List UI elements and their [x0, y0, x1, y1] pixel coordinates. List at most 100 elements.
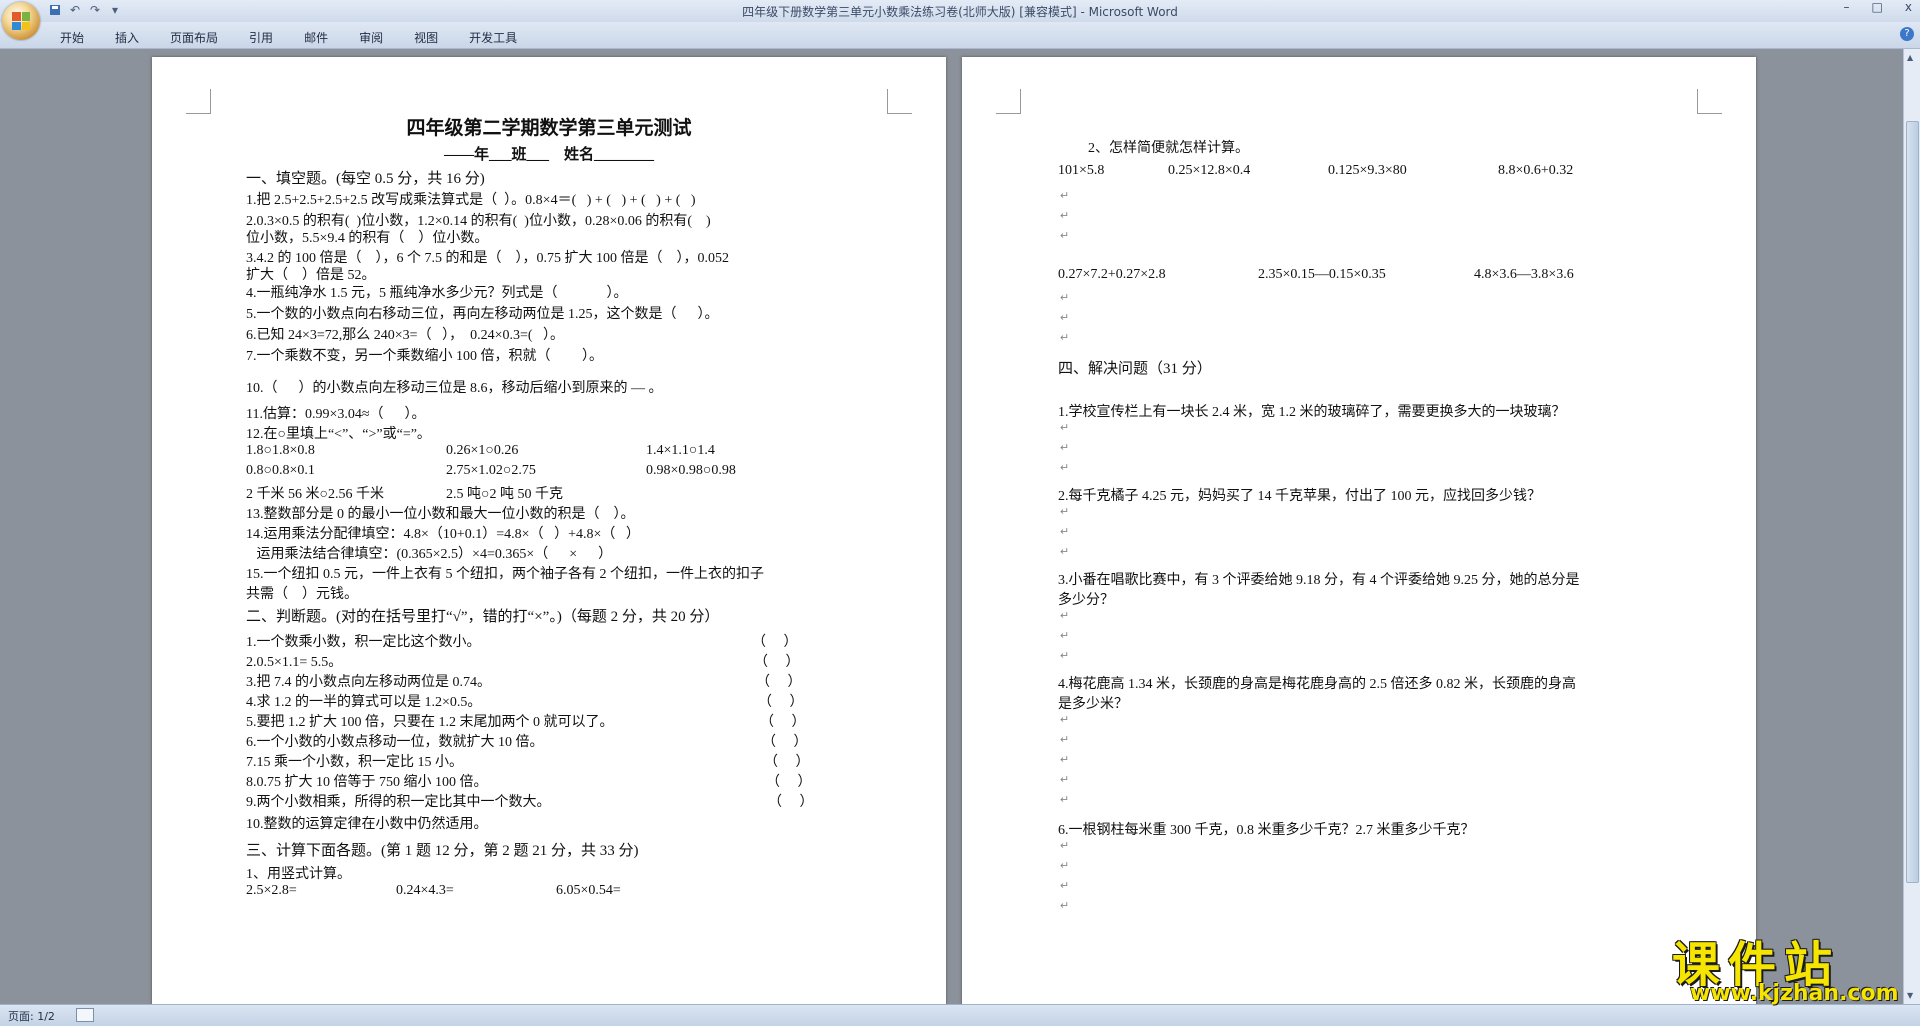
answer-bracket[interactable]: （ ） [756, 671, 802, 691]
section-heading: 三、计算下面各题。(第 1 题 12 分，第 2 题 21 分，共 33 分) [246, 843, 639, 859]
paragraph-mark: ↵ [1060, 506, 1070, 518]
office-logo-icon [12, 12, 30, 30]
paragraph-mark: ↵ [1060, 230, 1070, 242]
ribbon-tab[interactable]: 开发工具 [469, 29, 517, 46]
text-line: 10.（ ）的小数点向左移动三位是 8.6，移动后缩小到原来的 — 。 [246, 381, 663, 396]
paragraph-mark: ↵ [1060, 774, 1070, 786]
paragraph-mark: ↵ [1060, 734, 1070, 746]
text-line: 1.一个数乘小数，积一定比这个数小。 [246, 635, 481, 650]
text-line: 1、用竖式计算。 [246, 867, 351, 882]
answer-bracket[interactable]: （ ） [766, 771, 812, 791]
text-line: 5.一个数的小数点向右移动三位，再向左移动两位是 1.25，这个数是（ ）。 [246, 307, 719, 322]
text-line: 6.05×0.54= [556, 883, 621, 898]
text-line: 14.运用乘法分配律填空：4.8×（10+0.1）=4.8×（ ）+4.8×（ … [246, 527, 640, 542]
paragraph-mark: ↵ [1060, 190, 1070, 202]
text-line: 10.整数的运算定律在小数中仍然适用。 [246, 817, 488, 832]
answer-bracket[interactable]: （ ） [752, 631, 798, 651]
document-subtitle: ——年___班___ 姓名________ [443, 147, 654, 163]
text-line: 1.8○1.8×0.8 [246, 443, 315, 458]
page-indicator[interactable]: 页面: 1/2 [8, 1008, 55, 1024]
ribbon-tab[interactable]: 审阅 [359, 29, 383, 46]
text-line: 2.5×2.8= [246, 883, 297, 898]
text-line: 6.已知 24×3=72,那么 240×3=（ ）， 0.24×0.3=( ）。 [246, 328, 565, 343]
text-line: 1.4×1.1○1.4 [646, 443, 715, 458]
paragraph-mark: ↵ [1060, 880, 1070, 892]
status-bar: 页面: 1/2 [0, 1004, 1920, 1026]
crop-mark [186, 89, 211, 114]
scroll-down-icon[interactable]: ▼ [1907, 991, 1913, 1000]
document-page-2[interactable]: 2、怎样简便就怎样计算。 101×5.8 0.25×12.8×0.4 0.125×9.… [962, 57, 1756, 1004]
close-button[interactable]: x [1905, 0, 1912, 14]
scroll-up-icon[interactable]: ▲ [1907, 53, 1913, 62]
text-line: 3.小番在唱歌比赛中，有 3 个评委给她 9.18 分，有 4 个评委给她 9.… [1058, 573, 1580, 588]
ribbon-tab[interactable]: 页面布局 [170, 29, 218, 46]
text-line: 12.在○里填上“<”、“>”或“=”。 [246, 427, 431, 442]
section-heading: 四、解决问题（31 分） [1058, 361, 1212, 377]
crop-mark [1697, 89, 1722, 114]
office-button[interactable] [2, 2, 40, 40]
title-bar: ↶ ↷ ▾ 四年级下册数学第三单元小数乘法练习卷(北师大版) [兼容模式] - … [0, 0, 1920, 22]
paragraph-mark: ↵ [1060, 630, 1070, 642]
help-button[interactable]: ? [1900, 27, 1914, 41]
ribbon-tab[interactable]: 开始 [60, 29, 84, 46]
paragraph-mark: ↵ [1060, 610, 1070, 622]
document-page-1[interactable]: 四年级第二学期数学第三单元测试 ——年___班___ 姓名________ 一、填空… [152, 57, 946, 1004]
proofing-icon[interactable] [76, 1008, 94, 1022]
ribbon-tabs: 开始 插入 页面布局 引用 邮件 审阅 视图 开发工具 [60, 29, 548, 46]
text-line: 0.24×4.3= [396, 883, 454, 898]
text-line: 3.把 7.4 的小数点向左移动两位是 0.74。 [246, 675, 491, 690]
paragraph-mark: ↵ [1060, 332, 1070, 344]
text-line: 0.26×1○0.26 [446, 443, 519, 458]
text-line: 11.估算：0.99×3.04≈（ ）。 [246, 407, 426, 422]
scrollbar-thumb[interactable] [1906, 121, 1919, 883]
ribbon-tab[interactable]: 插入 [115, 29, 139, 46]
answer-bracket[interactable]: （ ） [764, 751, 810, 771]
section-heading: 二、判断题。(对的在括号里打“√”，错的打“×”。)（每题 2 分，共 20 分… [246, 609, 720, 625]
text-line: 多少分？ [1058, 593, 1114, 608]
ribbon-tab[interactable]: 视图 [414, 29, 438, 46]
text-line: 2.0.5×1.1= 5.5。 [246, 655, 343, 670]
text-line: 2.每千克橘子 4.25 元，妈妈买了 14 千克苹果，付出了 100 元，应找… [1058, 489, 1541, 504]
text-line: 9.两个小数相乘，所得的积一定比其中一个数大。 [246, 795, 551, 810]
text-line: 0.125×9.3×80 [1328, 163, 1407, 178]
text-line: 0.25×12.8×0.4 [1168, 163, 1251, 178]
maximize-button[interactable]: □ [1872, 0, 1883, 14]
text-line: 4.求 1.2 的一半的算式可以是 1.2×0.5。 [246, 695, 482, 710]
answer-bracket[interactable]: （ ） [760, 711, 806, 731]
answer-bracket[interactable]: （ ） [754, 651, 800, 671]
text-line: 4.8×3.6—3.8×3.6 [1474, 267, 1574, 282]
window-controls: – □ x [1844, 0, 1912, 14]
vertical-scrollbar[interactable]: ▲ ▼ [1903, 49, 1920, 1004]
answer-bracket[interactable]: （ ） [758, 691, 804, 711]
text-line: 5.要把 1.2 扩大 100 倍，只要在 1.2 末尾加两个 0 就可以了。 [246, 715, 614, 730]
ribbon-tab-bar: 开始 插入 页面布局 引用 邮件 审阅 视图 开发工具 ? [0, 22, 1920, 49]
text-line: 位小数，5.5×9.4 的积有（ ）位小数。 [246, 231, 489, 246]
answer-bracket[interactable]: （ ） [762, 731, 808, 751]
text-line: 1.把 2.5+2.5+2.5+2.5 改写成乘法算式是（ ）。0.8×4＝( … [246, 193, 696, 208]
text-line: 2.5 吨○2 吨 50 千克 [446, 487, 563, 502]
paragraph-mark: ↵ [1060, 900, 1070, 912]
text-line: 扩大（ ）倍是 52。 [246, 268, 376, 283]
text-line: 是多少米？ [1058, 697, 1128, 712]
ribbon-tab[interactable]: 引用 [249, 29, 273, 46]
watermark-logo: 课件站 www.kjzhan.com [1672, 925, 1904, 1006]
crop-mark [887, 89, 912, 114]
minimize-button[interactable]: – [1844, 0, 1850, 14]
answer-bracket[interactable]: （ ） [768, 791, 814, 811]
paragraph-mark: ↵ [1060, 546, 1070, 558]
text-line: 2.75×1.02○2.75 [446, 463, 536, 478]
text-line: 运用乘法结合律填空：(0.365×2.5）×4=0.365×（ × ） [246, 547, 613, 562]
paragraph-mark: ↵ [1060, 860, 1070, 872]
section-heading: 一、填空题。(每空 0.5 分，共 16 分) [246, 171, 485, 187]
ribbon-tab[interactable]: 邮件 [304, 29, 328, 46]
paragraph-mark: ↵ [1060, 442, 1070, 454]
paragraph-mark: ↵ [1060, 422, 1070, 434]
document-area[interactable]: 四年级第二学期数学第三单元测试 ——年___班___ 姓名________ 一、填空… [0, 49, 1904, 1004]
text-line: 2 千米 56 米○2.56 千米 [246, 487, 384, 502]
text-line: 4.梅花鹿高 1.34 米，长颈鹿的身高是梅花鹿身高的 2.5 倍还多 0.82… [1058, 677, 1576, 692]
text-line: 13.整数部分是 0 的最小一位小数和最大一位小数的积是（ ）。 [246, 507, 635, 522]
paragraph-mark: ↵ [1060, 210, 1070, 222]
text-line: 1.学校宣传栏上有一块长 2.4 米，宽 1.2 米的玻璃碎了，需要更换多大的一… [1058, 405, 1566, 420]
text-line: 6.一根钢柱每米重 300 千克，0.8 米重多少千克？2.7 米重多少千克？ [1058, 823, 1475, 838]
window-title: 四年级下册数学第三单元小数乘法练习卷(北师大版) [兼容模式] - Micros… [742, 5, 1178, 19]
